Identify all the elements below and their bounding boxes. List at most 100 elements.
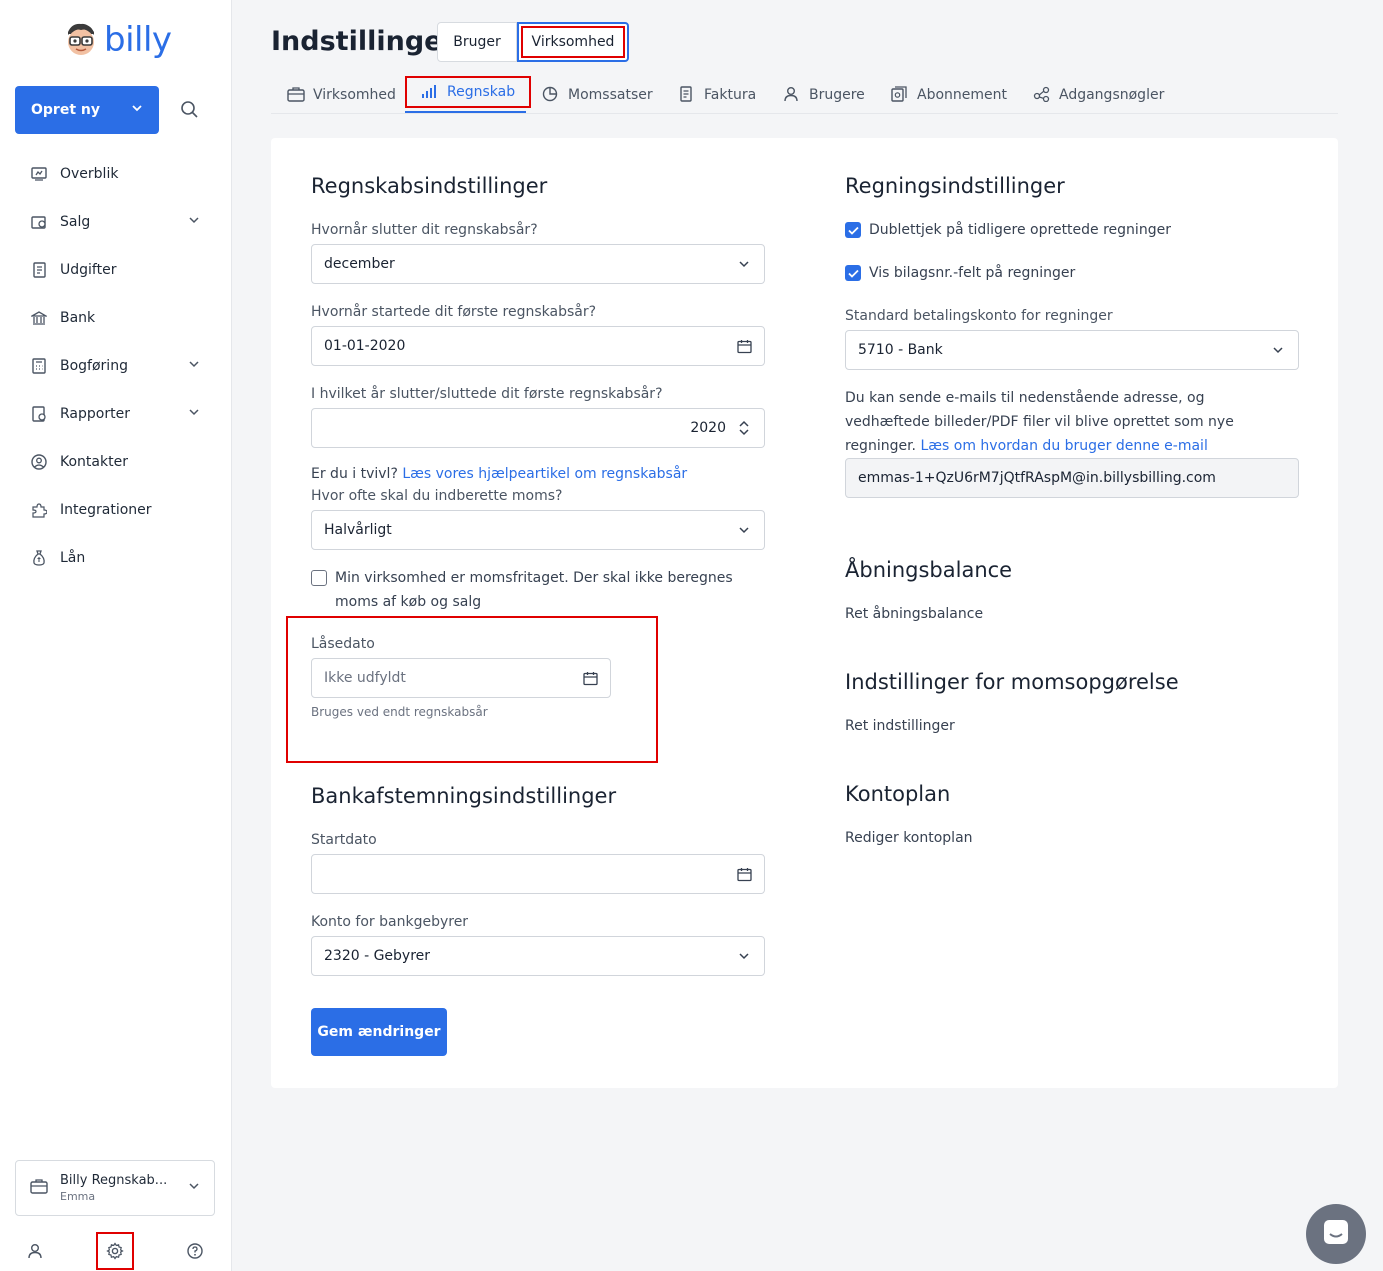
sidebar-item-lan[interactable]: Lån [0,534,232,582]
chevron-down-icon [1270,342,1286,358]
show-voucher-checkbox[interactable] [845,265,861,281]
default-account-select[interactable]: 5710 - Bank [845,330,1299,370]
briefcase-icon [30,1178,48,1198]
tab-abonnement[interactable]: Abonnement [891,78,1007,112]
default-account-value: 5710 - Bank [858,342,943,358]
fy-end-select[interactable]: december [311,244,765,284]
contacts-icon [30,453,48,471]
sidebar-footer [0,1232,232,1270]
save-button[interactable]: Gem ændringer [311,1008,447,1056]
edit-vat-settings-link[interactable]: Ret indstillinger [845,714,955,738]
help-text: Er du i tvivl? Læs vores hjælpeartikel o… [311,462,687,486]
bank-icon [30,309,48,327]
chevron-down-icon [188,406,200,422]
lock-date-hint: Bruges ved endt regnskabsår [311,705,488,719]
user-name: Emma [60,1190,96,1203]
tab-momssatser[interactable]: Momssatser [542,78,653,112]
first-fy-start-date-input[interactable]: 01-01-2020 [311,326,765,366]
company-name: Billy Regnskab... [60,1173,168,1188]
chevron-down-icon [188,214,200,230]
sidebar-item-label: Lån [60,550,86,566]
fee-account-select[interactable]: 2320 - Gebyrer [311,936,765,976]
sidebar-item-label: Integrationer [60,502,152,518]
help-icon[interactable] [176,1232,214,1270]
stepper-arrows-icon[interactable] [736,420,752,436]
chevron-down-icon [736,256,752,272]
tab-faktura[interactable]: Faktura [678,78,756,112]
sidebar-item-bogforing[interactable]: Bogføring [0,342,232,390]
vat-period-label: Hvor ofte skal du indberette moms? [311,488,563,504]
segment-label: Bruger [453,34,501,50]
duplicate-check-row[interactable]: Dublettjek på tidligere oprettede regnin… [845,218,1171,242]
sidebar-item-udgifter[interactable]: Udgifter [0,246,232,294]
segment-highlight: Virksomhed [521,26,625,58]
sidebar-item-kontakter[interactable]: Kontakter [0,438,232,486]
chevron-down-icon [188,1180,200,1196]
tab-regnskab[interactable]: Regnskab [405,76,532,108]
tab-adgangsnogler[interactable]: Adgangsnøgler [1033,78,1164,112]
default-account-label: Standard betalingskonto for regninger [845,308,1113,324]
help-article-link[interactable]: Læs vores hjælpeartikel om regnskabsår [402,466,687,482]
duplicate-check-checkbox[interactable] [845,222,861,238]
puzzle-icon [30,501,48,519]
segment-label: Virksomhed [531,34,615,50]
bill-email-value: emmas-1+QzU6rM7jQtfRAspM@in.billysbillin… [858,470,1216,486]
sidebar: billy Opret ny Overblik Salg Udgifter Ba… [0,0,232,1271]
show-voucher-row[interactable]: Vis bilagsnr.-felt på regninger [845,261,1075,285]
chevron-down-icon [131,102,143,118]
company-switcher[interactable]: Billy Regnskab... Emma [15,1160,215,1216]
fee-account-value: 2320 - Gebyrer [324,948,431,964]
expenses-icon [30,261,48,279]
sidebar-nav: Overblik Salg Udgifter Bank Bogføring Ra… [0,150,232,582]
opening-balance-title: Åbningsbalance [845,558,1013,582]
calendar-icon[interactable] [736,338,752,354]
sidebar-item-rapporter[interactable]: Rapporter [0,390,232,438]
settings-tabs: Virksomhed Regnskab Momssatser Faktura B… [271,72,1338,114]
sidebar-item-overblik[interactable]: Overblik [0,150,232,198]
edit-chart-of-accounts-link[interactable]: Rediger kontoplan [845,826,973,850]
bill-email-address[interactable]: emmas-1+QzU6rM7jQtfRAspM@in.billysbillin… [845,458,1299,498]
tab-label: Momssatser [568,87,653,103]
dashboard-icon [30,165,48,183]
logo-text: billy [104,20,172,60]
gear-icon[interactable] [96,1232,134,1270]
bank-start-date-label: Startdato [311,832,377,848]
sidebar-item-bank[interactable]: Bank [0,294,232,342]
search-icon[interactable] [180,100,200,120]
subscription-icon [891,86,909,104]
chat-launcher-button[interactable] [1306,1204,1366,1264]
calendar-icon[interactable] [736,866,752,882]
email-howto-link[interactable]: Læs om hvordan du bruger denne e-mail [920,438,1207,454]
tab-label: Regnskab [447,84,516,100]
tab-label: Adgangsnøgler [1059,87,1165,103]
tab-virksomhed[interactable]: Virksomhed [287,78,396,112]
first-fy-end-year-stepper[interactable]: 2020 [311,408,765,448]
reports-icon [30,405,48,423]
first-fy-start-label: Hvornår startede dit første regnskabsår? [311,304,597,320]
fy-end-label: Hvornår slutter dit regnskabsår? [311,222,538,238]
segment-virksomhed[interactable]: Virksomhed [517,22,629,62]
user-profile-icon[interactable] [16,1232,54,1270]
billy-logo[interactable]: billy [64,22,172,58]
sidebar-item-integrationer[interactable]: Integrationer [0,486,232,534]
chevron-down-icon [736,948,752,964]
page-title: Indstillinger [271,26,456,57]
vat-exempt-checkbox[interactable] [311,570,327,586]
sidebar-item-salg[interactable]: Salg [0,198,232,246]
edit-opening-balance-link[interactable]: Ret åbningsbalance [845,602,983,626]
email-instructions: Du kan sende e-mails til nedenstående ad… [845,386,1265,458]
sidebar-item-label: Salg [60,214,91,230]
lock-date-input[interactable]: Ikke udfyldt [311,658,611,698]
sidebar-item-label: Bank [60,310,96,326]
calendar-icon[interactable] [582,670,598,686]
vat-exempt-row[interactable]: Min virksomhed er momsfritaget. Der skal… [311,566,767,614]
create-new-button[interactable]: Opret ny [15,86,159,134]
create-new-label: Opret ny [31,102,100,118]
billy-mascot-icon [64,22,98,58]
segment-bruger[interactable]: Bruger [437,22,517,62]
share-nodes-icon [1033,86,1051,104]
tab-brugere[interactable]: Brugere [783,78,865,112]
vat-period-select[interactable]: Halvårligt [311,510,765,550]
bank-start-date-input[interactable] [311,854,765,894]
bank-settings-title: Bankafstemningsindstillinger [311,784,617,808]
